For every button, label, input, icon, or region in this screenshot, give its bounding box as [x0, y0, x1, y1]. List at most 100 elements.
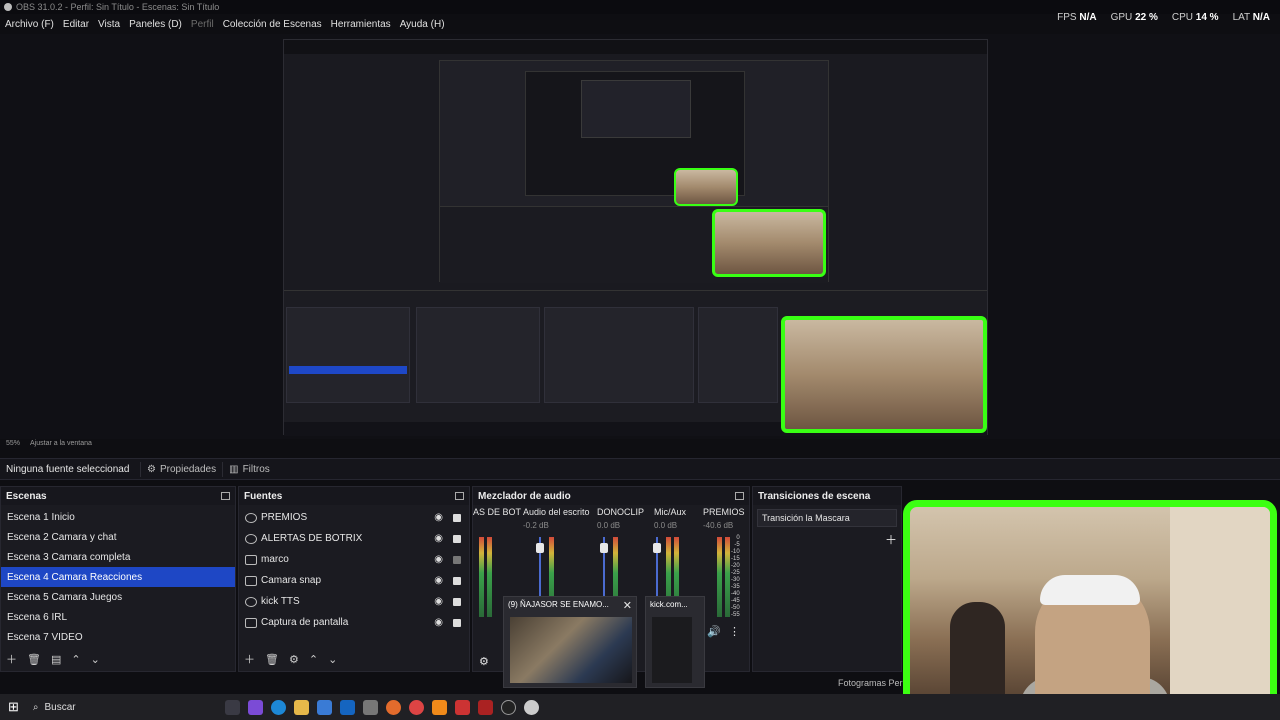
- scene-item[interactable]: Escena 3 Camara completa: [1, 547, 235, 567]
- eye-icon[interactable]: ◉: [434, 596, 443, 607]
- menu-vista[interactable]: Vista: [98, 19, 120, 30]
- cpu-stat: CPU 14 %: [1171, 12, 1219, 23]
- nested-menu-bar: [284, 40, 987, 54]
- eye-icon[interactable]: ◉: [434, 512, 443, 523]
- windows-start-icon[interactable]: ⊞: [8, 699, 19, 715]
- nested-preview-level-4: [581, 80, 691, 138]
- trash-icon[interactable]: 🗑: [265, 653, 279, 666]
- add-icon[interactable]: ＋: [244, 651, 255, 667]
- fader-knob[interactable]: [536, 543, 544, 553]
- fader-knob[interactable]: [600, 543, 608, 553]
- undock-icon[interactable]: [221, 492, 230, 500]
- filter-icon[interactable]: ▤: [51, 653, 61, 666]
- nested-preview: [283, 39, 988, 436]
- app-icon[interactable]: [454, 699, 470, 715]
- undock-icon[interactable]: [455, 492, 464, 500]
- transition-select[interactable]: Transición la Mascara: [757, 509, 897, 527]
- gear-icon[interactable]: ⚙: [479, 655, 489, 668]
- source-toolbar: Ninguna fuente seleccionad ⚙ Propiedades…: [0, 458, 1280, 480]
- source-item[interactable]: PREMIOS ◉: [239, 507, 469, 528]
- menu-coleccion-escenas[interactable]: Colección de Escenas: [223, 19, 322, 30]
- task-view-icon[interactable]: [224, 699, 240, 715]
- nested-sources: [416, 307, 540, 403]
- move-up-icon[interactable]: ⌃: [309, 653, 318, 666]
- vlc-icon[interactable]: [431, 699, 447, 715]
- preview-canvas[interactable]: [0, 34, 1280, 439]
- nested-mixer: [544, 307, 694, 403]
- more-icon[interactable]: ⋮: [729, 625, 740, 638]
- taskbar-preview-popup[interactable]: (9) ÑAJASOR SE ENAMO... ✕: [503, 596, 637, 688]
- zoom-value[interactable]: 55%: [6, 440, 20, 447]
- eye-icon[interactable]: ◉: [434, 617, 443, 628]
- scene-item-selected[interactable]: Escena 4 Camara Reacciones: [1, 567, 235, 587]
- app-icon[interactable]: [523, 699, 539, 715]
- lock-icon[interactable]: [453, 555, 461, 564]
- filters-button[interactable]: ▥ Filtros: [222, 461, 276, 477]
- scene-item[interactable]: Escena 1 Inicio: [1, 507, 235, 527]
- scene-item[interactable]: Escena 2 Camara y chat: [1, 527, 235, 547]
- fps-stat: FPS N/A: [1057, 12, 1097, 23]
- mixer-dock-title: Mezclador de audio: [473, 487, 749, 505]
- lock-icon[interactable]: [453, 534, 461, 543]
- scene-item[interactable]: Escena 6 IRL: [1, 607, 235, 627]
- menu-perfil[interactable]: Perfil: [191, 19, 214, 30]
- source-item[interactable]: Captura de pantalla ◉: [239, 612, 469, 633]
- nested-webcam-2: [712, 209, 826, 277]
- popup-thumbnail: [510, 617, 632, 683]
- scene-item[interactable]: Escena 5 Camara Juegos: [1, 587, 235, 607]
- add-icon[interactable]: ＋: [885, 531, 897, 548]
- source-item[interactable]: marco ◉: [239, 549, 469, 570]
- menu-herramientas[interactable]: Herramientas: [331, 19, 391, 30]
- popup-title: (9) ÑAJASOR SE ENAMO...: [508, 600, 609, 609]
- taskbar-preview-popup[interactable]: kick.com...: [645, 596, 705, 688]
- chrome-icon[interactable]: [408, 699, 424, 715]
- lock-icon[interactable]: [453, 597, 461, 606]
- source-item[interactable]: Camara snap ◉: [239, 570, 469, 591]
- lat-stat: LAT N/A: [1232, 12, 1270, 23]
- taskbar-search[interactable]: ⌕ Buscar: [27, 697, 217, 717]
- menu-archivo[interactable]: Archivo (F): [5, 19, 54, 30]
- move-down-icon[interactable]: ⌄: [328, 653, 337, 666]
- source-item[interactable]: ALERTAS DE BOTRIX ◉: [239, 528, 469, 549]
- firefox-icon[interactable]: [385, 699, 401, 715]
- eye-icon[interactable]: ◉: [434, 554, 443, 565]
- sources-list: PREMIOS ◉ ALERTAS DE BOTRIX ◉ marco ◉ Camar…: [239, 505, 469, 633]
- file-explorer-icon[interactable]: [293, 699, 309, 715]
- lock-icon[interactable]: [453, 513, 461, 522]
- camera-icon: [245, 575, 257, 586]
- lock-icon[interactable]: [453, 618, 461, 627]
- zoom-fit[interactable]: Ajustar a la ventana: [30, 440, 92, 447]
- source-item[interactable]: kick TTS ◉: [239, 591, 469, 612]
- close-icon[interactable]: ✕: [623, 599, 632, 612]
- eye-icon[interactable]: ◉: [434, 575, 443, 586]
- speaker-icon[interactable]: 🔊: [707, 625, 721, 638]
- move-down-icon[interactable]: ⌄: [91, 653, 100, 666]
- store-icon[interactable]: [316, 699, 332, 715]
- outlook-icon[interactable]: [339, 699, 355, 715]
- obs-icon[interactable]: [500, 699, 516, 715]
- app-icon[interactable]: [362, 699, 378, 715]
- scene-item[interactable]: Escena 7 VIDEO: [1, 627, 235, 647]
- eye-icon[interactable]: ◉: [434, 533, 443, 544]
- edge-icon[interactable]: [270, 699, 286, 715]
- gear-icon[interactable]: ⚙: [289, 653, 299, 666]
- trash-icon[interactable]: 🗑: [27, 653, 41, 666]
- copilot-icon[interactable]: [247, 699, 263, 715]
- menu-paneles[interactable]: Paneles (D): [129, 19, 182, 30]
- transitions-dock: Transiciones de escena Transición la Mas…: [752, 486, 902, 672]
- window-title: OBS 31.0.2 - Perfil: Sin Título - Escena…: [16, 2, 220, 12]
- lock-icon[interactable]: [453, 576, 461, 585]
- mixer-channel-db: 0.0 dB: [597, 521, 621, 530]
- mixer-channel-db: -0.2 dB: [523, 521, 549, 530]
- menu-editar[interactable]: Editar: [63, 19, 89, 30]
- undock-icon[interactable]: [735, 492, 744, 500]
- fader-knob[interactable]: [653, 543, 661, 553]
- add-icon[interactable]: ＋: [6, 651, 17, 667]
- app-icon[interactable]: [477, 699, 493, 715]
- popup-thumbnail: [652, 617, 692, 683]
- scenes-dock-title: Escenas: [1, 487, 235, 505]
- mixer-channel-name: AS DE BOT: [473, 507, 522, 517]
- menu-ayuda[interactable]: Ayuda (H): [400, 19, 445, 30]
- move-up-icon[interactable]: ⌃: [71, 653, 80, 666]
- properties-button[interactable]: ⚙ Propiedades: [140, 461, 222, 477]
